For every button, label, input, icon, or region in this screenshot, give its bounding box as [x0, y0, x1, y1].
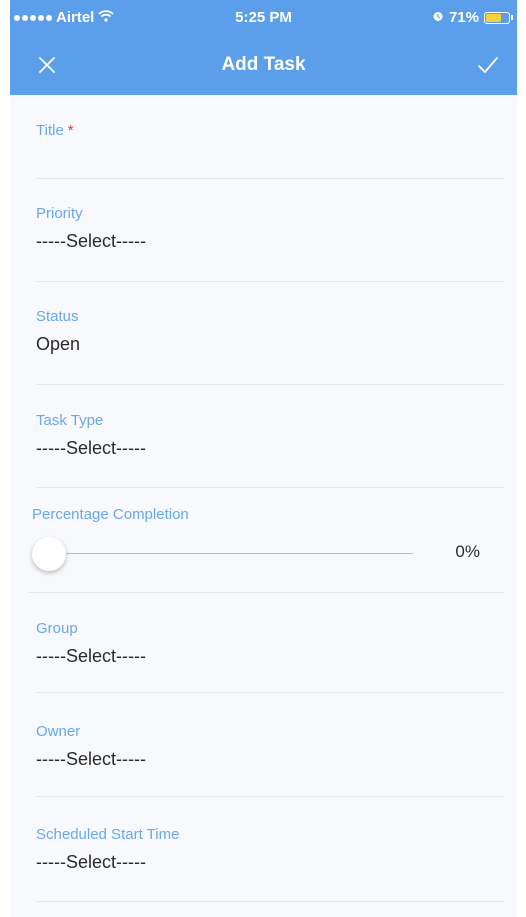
- nav-bar: Add Task: [10, 34, 517, 95]
- priority-select[interactable]: -----Select-----: [36, 231, 146, 252]
- group-select[interactable]: -----Select-----: [36, 646, 146, 667]
- status-label: Status: [36, 308, 79, 325]
- battery-area: 71%: [432, 9, 513, 26]
- required-marker: *: [67, 122, 74, 139]
- title-field[interactable]: Title *: [36, 122, 504, 179]
- owner-label: Owner: [36, 723, 81, 740]
- task-form: Title * Priority -----Select----- Status …: [10, 95, 517, 917]
- percentage-label: Percentage Completion: [32, 506, 189, 523]
- task-type-label: Task Type: [36, 412, 104, 429]
- owner-select[interactable]: -----Select-----: [36, 749, 146, 770]
- scheduled-start-label: Scheduled Start Time: [36, 826, 180, 843]
- group-label: Group: [36, 620, 78, 637]
- percentage-completion-field: Percentage Completion 0%: [28, 506, 504, 593]
- battery-icon: [484, 11, 510, 24]
- app-header: Airtel 5:25 PM 71% Add Task: [10, 0, 517, 95]
- battery-level: [486, 13, 501, 22]
- priority-field[interactable]: Priority -----Select-----: [36, 205, 504, 282]
- percentage-value: 0%: [455, 542, 480, 561]
- app-screen: Airtel 5:25 PM 71% Add Task Title * Prio…: [0, 0, 526, 917]
- status-bar: Airtel 5:25 PM 71%: [10, 0, 517, 34]
- check-icon: [478, 57, 498, 73]
- status-field[interactable]: Status Open: [36, 308, 504, 385]
- group-field[interactable]: Group -----Select-----: [36, 620, 504, 693]
- owner-field[interactable]: Owner -----Select-----: [36, 723, 504, 797]
- page-title: Add Task: [221, 54, 306, 75]
- status-select[interactable]: Open: [36, 334, 80, 355]
- slider-thumb[interactable]: [32, 537, 66, 571]
- save-button[interactable]: [471, 48, 505, 82]
- battery-tip: [511, 15, 513, 20]
- scheduled-start-select[interactable]: -----Select-----: [36, 852, 146, 873]
- priority-label: Priority: [36, 205, 83, 222]
- slider-track[interactable]: [32, 553, 413, 554]
- title-label: Title *: [36, 122, 74, 139]
- battery-percent: 71%: [448, 9, 479, 26]
- task-type-field[interactable]: Task Type -----Select-----: [36, 412, 504, 488]
- alarm-icon: [432, 9, 444, 26]
- task-type-select[interactable]: -----Select-----: [36, 438, 146, 459]
- scheduled-start-field[interactable]: Scheduled Start Time -----Select-----: [36, 826, 504, 902]
